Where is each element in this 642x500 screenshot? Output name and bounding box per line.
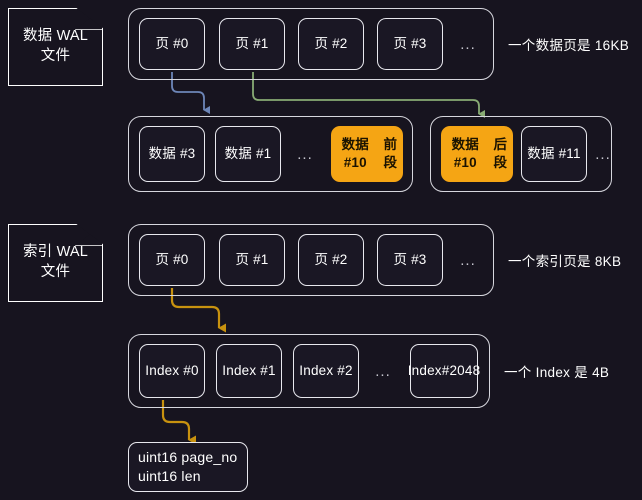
index-entry-cell-2048[interactable]: Index #2048 <box>407 344 481 398</box>
index-pages-ellipsis: ... <box>460 251 476 269</box>
data-wal-file-icon: 数据 WAL 文件 <box>8 8 103 86</box>
index-entry-cell-2[interactable]: Index #2 <box>293 344 359 398</box>
data-page-cell-1[interactable]: 页 #1 <box>219 18 285 70</box>
index-wal-file-label-line2: 文件 <box>40 264 71 280</box>
index-page-cell-0[interactable]: 页 #0 <box>139 234 205 286</box>
data-record-cell-11[interactable]: 数据 #11 <box>521 126 587 182</box>
index-entry-size-note: 一个 Index 是 4B <box>504 365 610 380</box>
index-wal-file-label-line1: 索引 WAL <box>22 244 89 261</box>
data-wal-file-label-line1: 数据 WAL <box>22 28 89 45</box>
data-record-cell-1[interactable]: 数据 #1 <box>215 126 281 182</box>
data-wal-file-label-line2: 文件 <box>40 48 71 64</box>
data-record-10-front-line1: 数据 #10 <box>341 137 369 170</box>
index-entry-2048-line1: Index <box>407 363 442 379</box>
index-entry-cell-0[interactable]: Index #0 <box>139 344 205 398</box>
index-page-size-note: 一个索引页是 8KB <box>508 254 622 269</box>
data-page-cell-0[interactable]: 页 #0 <box>139 18 205 70</box>
data-record-cell-10-front[interactable]: 数据 #10 前段 <box>331 126 403 182</box>
index-page-cell-1[interactable]: 页 #1 <box>219 234 285 286</box>
data-wal-file-label: 数据 WAL 文件 <box>17 27 94 66</box>
index-struct-box[interactable]: uint16 page_no uint16 len <box>128 442 248 492</box>
index-wal-file-label: 索引 WAL 文件 <box>17 243 94 282</box>
data-page-cell-3[interactable]: 页 #3 <box>377 18 443 70</box>
data-record-10-front-line2: 前段 <box>383 137 398 170</box>
data-record-cell-3[interactable]: 数据 #3 <box>139 126 205 182</box>
index-entries-ellipsis: ... <box>375 362 391 380</box>
data-records-right-ellipsis: ... <box>595 145 611 163</box>
index-page-cell-3[interactable]: 页 #3 <box>377 234 443 286</box>
index-entry-2048-line2: #2048 <box>441 363 481 379</box>
data-page-cell-2[interactable]: 页 #2 <box>298 18 364 70</box>
index-wal-file-icon: 索引 WAL 文件 <box>8 224 103 302</box>
data-page-size-note: 一个数据页是 16KB <box>508 38 630 53</box>
index-struct-field-page-no: uint16 page_no <box>138 449 238 466</box>
data-record-10-back-line2: 后段 <box>493 137 508 170</box>
index-struct-field-len: uint16 len <box>138 468 201 484</box>
data-record-10-back-line1: 数据 #10 <box>451 137 479 170</box>
data-records-left-ellipsis: ... <box>297 145 313 163</box>
index-entry-cell-1[interactable]: Index #1 <box>216 344 282 398</box>
data-record-cell-10-back[interactable]: 数据 #10 后段 <box>441 126 513 182</box>
index-page-cell-2[interactable]: 页 #2 <box>298 234 364 286</box>
data-pages-ellipsis: ... <box>460 35 476 53</box>
diagram-canvas: 数据 WAL 文件 页 #0 页 #1 页 #2 页 #3 ... 一个数据页是… <box>0 0 642 500</box>
